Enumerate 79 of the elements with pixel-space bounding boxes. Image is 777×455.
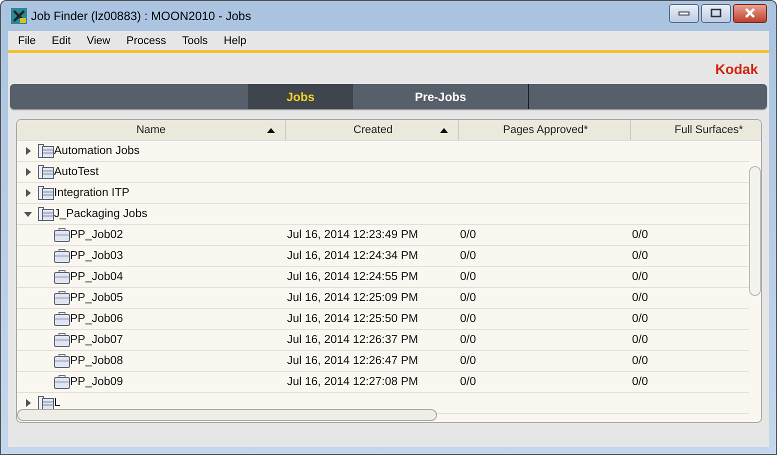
table-cell: 0/0 [632,334,648,346]
tab[interactable]: Jobs [248,84,353,109]
briefcase-icon [54,228,70,242]
name-cell[interactable]: Integration ITP [54,187,130,199]
minimize-icon [678,10,690,16]
table-cell: 0/0 [460,271,476,283]
table-cell: 0/0 [460,229,476,241]
table-cell: 0/0 [632,292,648,304]
menu-item[interactable]: Help [216,34,254,46]
column-header[interactable]: Created [286,120,459,140]
menu-item[interactable]: View [78,34,118,46]
name-cell[interactable]: J_Packaging Jobs [54,208,148,220]
close-icon [744,8,756,18]
table-cell: 0/0 [632,250,648,262]
table-cell: 0/0 [460,250,476,262]
table-cell: 0/0 [460,355,476,367]
table-cell: 0/0 [632,376,648,388]
name-cell[interactable]: PP_Job08 [70,355,124,367]
table-cell: Jul 16, 2014 12:27:08 PM [287,376,418,388]
name-cell[interactable]: PP_Job04 [70,271,124,283]
table-cell: Jul 16, 2014 12:24:55 PM [287,271,418,283]
table-cell: Jul 16, 2014 12:26:47 PM [287,355,418,367]
brand-logo: Kodak [715,60,758,76]
briefcase-icon [54,291,70,305]
table-cell: Jul 16, 2014 12:23:49 PM [287,229,418,241]
table-cell: Jul 16, 2014 12:25:09 PM [287,292,418,304]
table-cell: 0/0 [632,229,648,241]
menu-item[interactable]: File [10,34,44,46]
briefcase-icon [54,333,70,347]
briefcase-icon [54,375,70,389]
expander-icon[interactable] [24,210,32,218]
column-header[interactable]: Name [17,120,286,140]
horizontal-scrollbar[interactable] [17,409,437,421]
name-cell[interactable]: AutoTest [54,166,99,178]
briefcase-icon [54,354,70,368]
close-button[interactable] [733,4,767,22]
folder-icon [38,165,54,179]
sort-ascending-icon [440,128,448,132]
minimize-button[interactable] [669,4,699,22]
folder-icon [38,186,54,200]
column-header[interactable]: Pages Approved* [459,120,631,140]
name-cell[interactable]: PP_Job05 [70,292,124,304]
vertical-scrollbar[interactable] [749,166,761,296]
table-cell: 0/0 [632,355,648,367]
expander-icon[interactable] [24,399,32,407]
name-cell[interactable]: PP_Job03 [70,250,124,262]
table-cell: Jul 16, 2014 12:24:34 PM [287,250,418,262]
folder-icon [38,207,54,221]
name-cell[interactable]: Automation Jobs [54,145,140,157]
maximize-icon [710,8,722,18]
briefcase-icon [54,312,70,326]
table-cell: 0/0 [460,376,476,388]
app-icon [11,8,27,24]
menu-item[interactable]: Edit [44,34,79,46]
name-cell[interactable]: PP_Job09 [70,376,124,388]
menu-item[interactable]: Tools [174,34,216,46]
table-cell: 0/0 [460,292,476,304]
sort-ascending-icon [267,128,275,132]
expander-icon[interactable] [24,168,32,176]
expander-icon[interactable] [24,189,32,197]
folder-icon [38,144,54,158]
name-cell[interactable]: PP_Job02 [70,229,124,241]
column-header[interactable]: Full Surfaces* [631,120,749,140]
table-cell: Jul 16, 2014 12:26:37 PM [287,334,418,346]
table-cell: 0/0 [632,313,648,325]
maximize-button[interactable] [701,4,731,22]
briefcase-icon [54,249,70,263]
table-cell: 0/0 [632,271,648,283]
table-cell: 0/0 [460,313,476,325]
name-cell[interactable]: L [54,397,60,409]
table-cell: Jul 16, 2014 12:25:50 PM [287,313,418,325]
menu-item[interactable]: Process [118,34,174,46]
name-cell[interactable]: PP_Job06 [70,313,124,325]
window-title: Job Finder (lz00883) : MOON2010 - Jobs [31,9,252,23]
table-cell: 0/0 [460,334,476,346]
name-cell[interactable]: PP_Job07 [70,334,124,346]
briefcase-icon [54,270,70,284]
expander-icon[interactable] [24,147,32,155]
tab[interactable]: Pre-Jobs [353,84,529,109]
